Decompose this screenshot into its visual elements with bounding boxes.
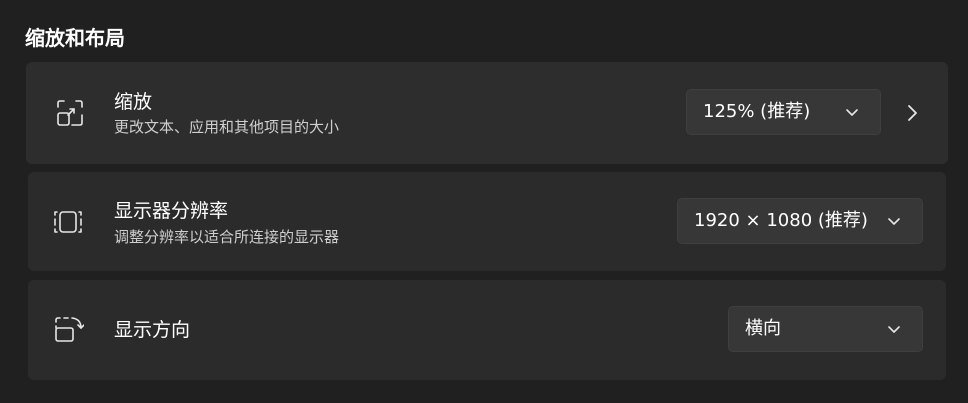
chevron-down-icon	[888, 326, 900, 333]
orientation-dropdown[interactable]: 横向	[728, 306, 923, 352]
chevron-right-icon[interactable]	[905, 103, 919, 123]
orientation-dropdown-value: 横向	[745, 318, 781, 339]
resolution-description: 调整分辨率以适合所连接的显示器	[114, 228, 340, 246]
orientation-icon	[55, 317, 84, 342]
chevron-down-icon	[846, 109, 858, 116]
resolution-card: 显示器分辨率 调整分辨率以适合所连接的显示器 1920 × 1080 (推荐)	[28, 172, 946, 271]
display-settings-page: 缩放和布局 缩放 更改文本、应用和其他项目的大小 125% (推荐) 显示器分辨…	[0, 0, 968, 403]
scale-dropdown[interactable]: 125% (推荐)	[686, 89, 881, 135]
scale-card[interactable]: 缩放 更改文本、应用和其他项目的大小 125% (推荐)	[26, 62, 948, 164]
scale-title: 缩放	[114, 91, 153, 113]
scale-icon	[57, 100, 83, 126]
resolution-icon	[54, 211, 82, 233]
chevron-down-icon	[888, 218, 900, 225]
section-title: 缩放和布局	[25, 26, 125, 50]
resolution-title: 显示器分辨率	[114, 200, 229, 222]
orientation-title: 显示方向	[114, 319, 191, 341]
resolution-dropdown-value: 1920 × 1080 (推荐)	[694, 210, 868, 231]
scale-dropdown-value: 125% (推荐)	[703, 101, 811, 122]
orientation-card: 显示方向 横向	[28, 280, 946, 380]
resolution-dropdown[interactable]: 1920 × 1080 (推荐)	[677, 198, 923, 244]
scale-description: 更改文本、应用和其他项目的大小	[114, 118, 340, 136]
